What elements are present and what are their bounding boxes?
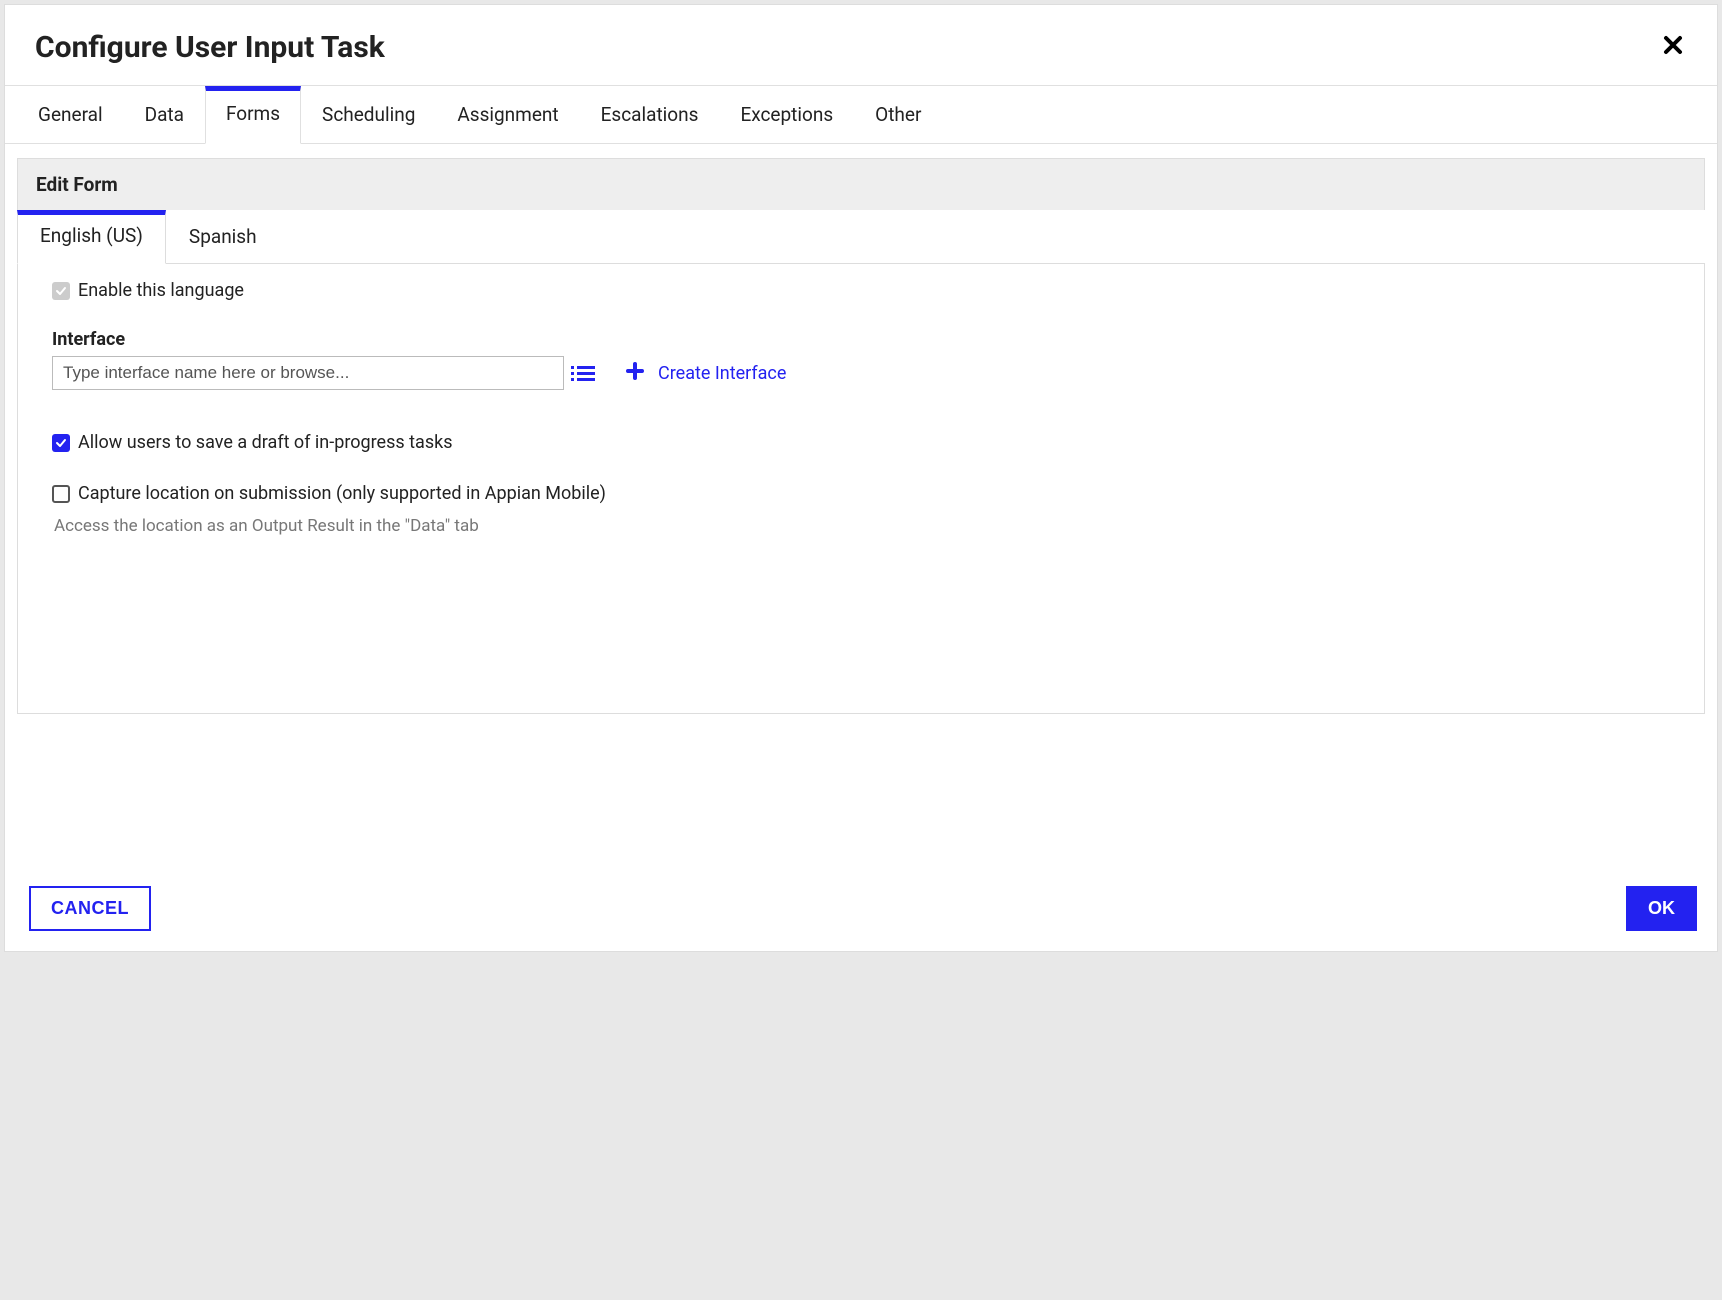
allow-draft-label: Allow users to save a draft of in-progre…	[78, 432, 453, 453]
interface-label: Interface	[52, 329, 1670, 350]
lang-tab-spanish[interactable]: Spanish	[166, 210, 280, 263]
enable-language-checkbox	[52, 282, 70, 300]
capture-location-label: Capture location on submission (only sup…	[78, 483, 606, 504]
content-area: Edit Form English (US) Spanish Enable th…	[5, 144, 1717, 868]
tab-scheduling[interactable]: Scheduling	[301, 86, 436, 143]
interface-input[interactable]	[52, 356, 564, 390]
allow-draft-checkbox[interactable]	[52, 434, 70, 452]
dialog-footer: CANCEL OK	[5, 868, 1717, 951]
allow-draft-row[interactable]: Allow users to save a draft of in-progre…	[52, 432, 1670, 453]
section-title: Edit Form	[17, 158, 1705, 210]
enable-language-row: Enable this language	[52, 280, 1670, 301]
dialog: Configure User Input Task General Data F…	[4, 4, 1718, 952]
close-icon[interactable]	[1659, 29, 1687, 65]
interface-row: Create Interface	[52, 356, 1670, 390]
language-tabs: English (US) Spanish	[17, 210, 1705, 264]
capture-location-hint: Access the location as an Output Result …	[54, 516, 1670, 536]
checkmark-icon	[55, 285, 67, 297]
interface-field: Interface Create Interface	[52, 329, 1670, 390]
tab-general[interactable]: General	[17, 86, 124, 143]
form-body: Enable this language Interface	[17, 264, 1705, 714]
dialog-header: Configure User Input Task	[5, 5, 1717, 86]
dialog-title: Configure User Input Task	[35, 30, 385, 65]
tab-data[interactable]: Data	[124, 86, 205, 143]
ok-button[interactable]: OK	[1626, 886, 1697, 931]
main-tabs: General Data Forms Scheduling Assignment…	[5, 86, 1717, 144]
tab-escalations[interactable]: Escalations	[580, 86, 720, 143]
capture-location-checkbox[interactable]	[52, 485, 70, 503]
capture-location-row[interactable]: Capture location on submission (only sup…	[52, 483, 1670, 504]
tab-exceptions[interactable]: Exceptions	[719, 86, 854, 143]
tab-other[interactable]: Other	[854, 86, 942, 143]
create-interface-link[interactable]: Create Interface	[658, 363, 786, 384]
enable-language-label: Enable this language	[78, 280, 244, 301]
browse-list-icon[interactable]	[574, 361, 598, 385]
checkmark-icon	[55, 437, 67, 449]
plus-icon[interactable]	[626, 361, 644, 386]
tab-forms[interactable]: Forms	[205, 86, 301, 144]
cancel-button[interactable]: CANCEL	[29, 886, 151, 931]
lang-tab-english[interactable]: English (US)	[17, 210, 166, 264]
tab-assignment[interactable]: Assignment	[436, 86, 579, 143]
